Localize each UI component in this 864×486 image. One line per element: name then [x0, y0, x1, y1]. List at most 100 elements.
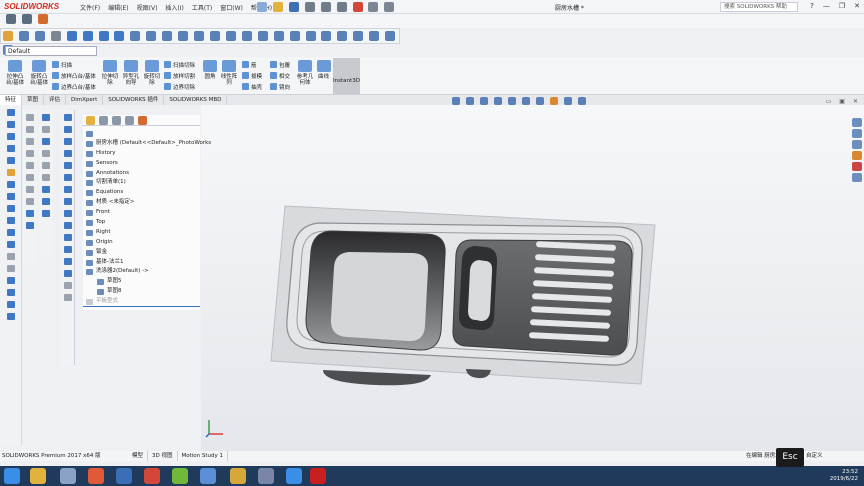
fillet-sketch-icon[interactable]	[321, 31, 332, 41]
tool-icon[interactable]	[6, 181, 15, 188]
tool-icon[interactable]	[6, 169, 15, 176]
select-icon[interactable]	[336, 2, 347, 12]
tool-icon[interactable]	[26, 198, 34, 205]
tool-icon[interactable]	[6, 253, 15, 260]
menu-insert[interactable]: 插入(I)	[165, 3, 183, 12]
pattern-icon[interactable]	[273, 31, 284, 41]
tab-motion-study[interactable]: Motion Study 1	[178, 451, 229, 461]
rebuild-icon[interactable]	[352, 2, 363, 12]
boundary-boss-button[interactable]: 边界凸台/基体	[52, 81, 96, 92]
tree-item[interactable]: Origin	[83, 238, 200, 248]
zoom-area-icon[interactable]	[466, 97, 474, 105]
close-button[interactable]: ✕	[854, 2, 860, 10]
configuration-manager-tab-icon[interactable]	[112, 116, 121, 125]
tab-mbd[interactable]: SOLIDWORKS MBD	[164, 95, 228, 105]
fillet-button[interactable]: 圆角	[202, 60, 218, 80]
app-icon[interactable]	[230, 468, 246, 484]
tool-icon[interactable]	[63, 246, 72, 253]
app-icon[interactable]	[172, 468, 188, 484]
tree-item[interactable]: 材质 <未指定>	[83, 198, 200, 208]
arrow-tool-icon[interactable]	[18, 31, 29, 41]
configuration-select[interactable]: Default	[5, 46, 97, 56]
view-settings-icon[interactable]	[578, 97, 586, 105]
tree-item[interactable]: Sensors	[83, 159, 200, 169]
tool-icon[interactable]	[26, 126, 34, 133]
extrude-cut-button[interactable]: 拉伸切除	[100, 60, 120, 86]
tool-icon[interactable]	[6, 145, 15, 152]
sketch-tool-icon[interactable]	[3, 31, 13, 41]
appearances-icon[interactable]	[852, 162, 862, 171]
tool-icon[interactable]	[6, 289, 15, 296]
tool-icon[interactable]	[6, 109, 15, 116]
sweep-button[interactable]: 扫描	[52, 59, 96, 70]
text-icon[interactable]	[385, 31, 396, 41]
tool-icon[interactable]	[26, 222, 34, 229]
file-properties-icon[interactable]	[368, 2, 379, 12]
tool-icon[interactable]	[42, 114, 50, 121]
tool-icon[interactable]	[63, 198, 72, 205]
tool-icon[interactable]	[26, 150, 34, 157]
tree-item[interactable]: Front	[83, 208, 200, 218]
feature-manager-tab-icon[interactable]	[86, 116, 95, 125]
tool-icon[interactable]	[63, 162, 72, 169]
tool-icon[interactable]	[26, 162, 34, 169]
rectangle-icon[interactable]	[146, 31, 157, 41]
tool-icon[interactable]	[6, 217, 15, 224]
reference-geometry-button[interactable]: 参考几何体	[296, 60, 314, 86]
app-icon[interactable]	[144, 468, 160, 484]
hole-wizard-button[interactable]: 异型孔向导	[121, 60, 141, 86]
step-icon[interactable]	[21, 14, 32, 24]
tree-filter[interactable]	[83, 129, 200, 139]
zoom-to-fit-icon[interactable]	[452, 97, 460, 105]
offset-icon[interactable]	[241, 31, 252, 41]
tree-item[interactable]: 洗涤器2(Default) ->	[83, 267, 200, 277]
tool-icon[interactable]	[26, 210, 34, 217]
rib-button[interactable]: 筋	[242, 59, 262, 70]
dimxpert-tab-icon[interactable]	[125, 116, 134, 125]
tool-icon[interactable]	[42, 198, 50, 205]
tool-icon[interactable]	[26, 114, 34, 121]
mirror-icon[interactable]	[257, 31, 268, 41]
tool-icon[interactable]	[63, 234, 72, 241]
boundary-cut-button[interactable]: 边界切除	[164, 81, 195, 92]
tool-icon[interactable]	[63, 126, 72, 133]
tree-item[interactable]: 基体-法兰1	[83, 258, 200, 268]
chamfer-icon[interactable]	[337, 31, 348, 41]
viewport-minimize-icon[interactable]: ▭	[826, 98, 832, 105]
tree-item[interactable]: Annotations	[83, 169, 200, 179]
tool-icon[interactable]	[42, 186, 50, 193]
tool-icon[interactable]	[63, 210, 72, 217]
tool-icon[interactable]	[6, 205, 15, 212]
centerline-icon[interactable]	[369, 31, 380, 41]
rotate-icon[interactable]	[50, 31, 61, 41]
menu-window[interactable]: 窗口(W)	[220, 3, 243, 12]
box-icon[interactable]	[82, 31, 93, 41]
tool-icon[interactable]	[42, 162, 50, 169]
viewport-restore-icon[interactable]: ▣	[839, 98, 845, 105]
tab-3d-views[interactable]: 3D 视图	[148, 451, 178, 461]
arc-icon[interactable]	[178, 31, 189, 41]
tool-icon[interactable]	[42, 126, 50, 133]
appearance-icon[interactable]	[550, 97, 558, 105]
rollback-bar[interactable]	[83, 306, 200, 307]
restore-button[interactable]: ❐	[839, 2, 845, 10]
custom-properties-icon[interactable]	[852, 173, 862, 182]
property-manager-tab-icon[interactable]	[99, 116, 108, 125]
tab-model[interactable]: 模型	[128, 451, 149, 461]
tool-icon[interactable]	[63, 138, 72, 145]
tool-icon[interactable]	[6, 301, 15, 308]
cut-icon[interactable]	[114, 31, 125, 41]
record-icon[interactable]	[37, 14, 48, 24]
menu-view[interactable]: 视图(V)	[137, 3, 158, 12]
tool-icon[interactable]	[63, 222, 72, 229]
intersect-button[interactable]: 相交	[270, 70, 290, 81]
tool-icon[interactable]	[6, 241, 15, 248]
help-icon[interactable]: ?	[810, 2, 814, 10]
help-search-input[interactable]: 搜索 SOLIDWORKS 帮助	[720, 2, 798, 12]
open-file-icon[interactable]	[272, 2, 283, 12]
previous-view-icon[interactable]	[480, 97, 488, 105]
dimension-icon[interactable]	[289, 31, 300, 41]
tab-addins[interactable]: SOLIDWORKS 插件	[103, 95, 165, 105]
tree-item[interactable]: Right	[83, 228, 200, 238]
revolve-cut-button[interactable]: 旋转切除	[142, 60, 162, 86]
